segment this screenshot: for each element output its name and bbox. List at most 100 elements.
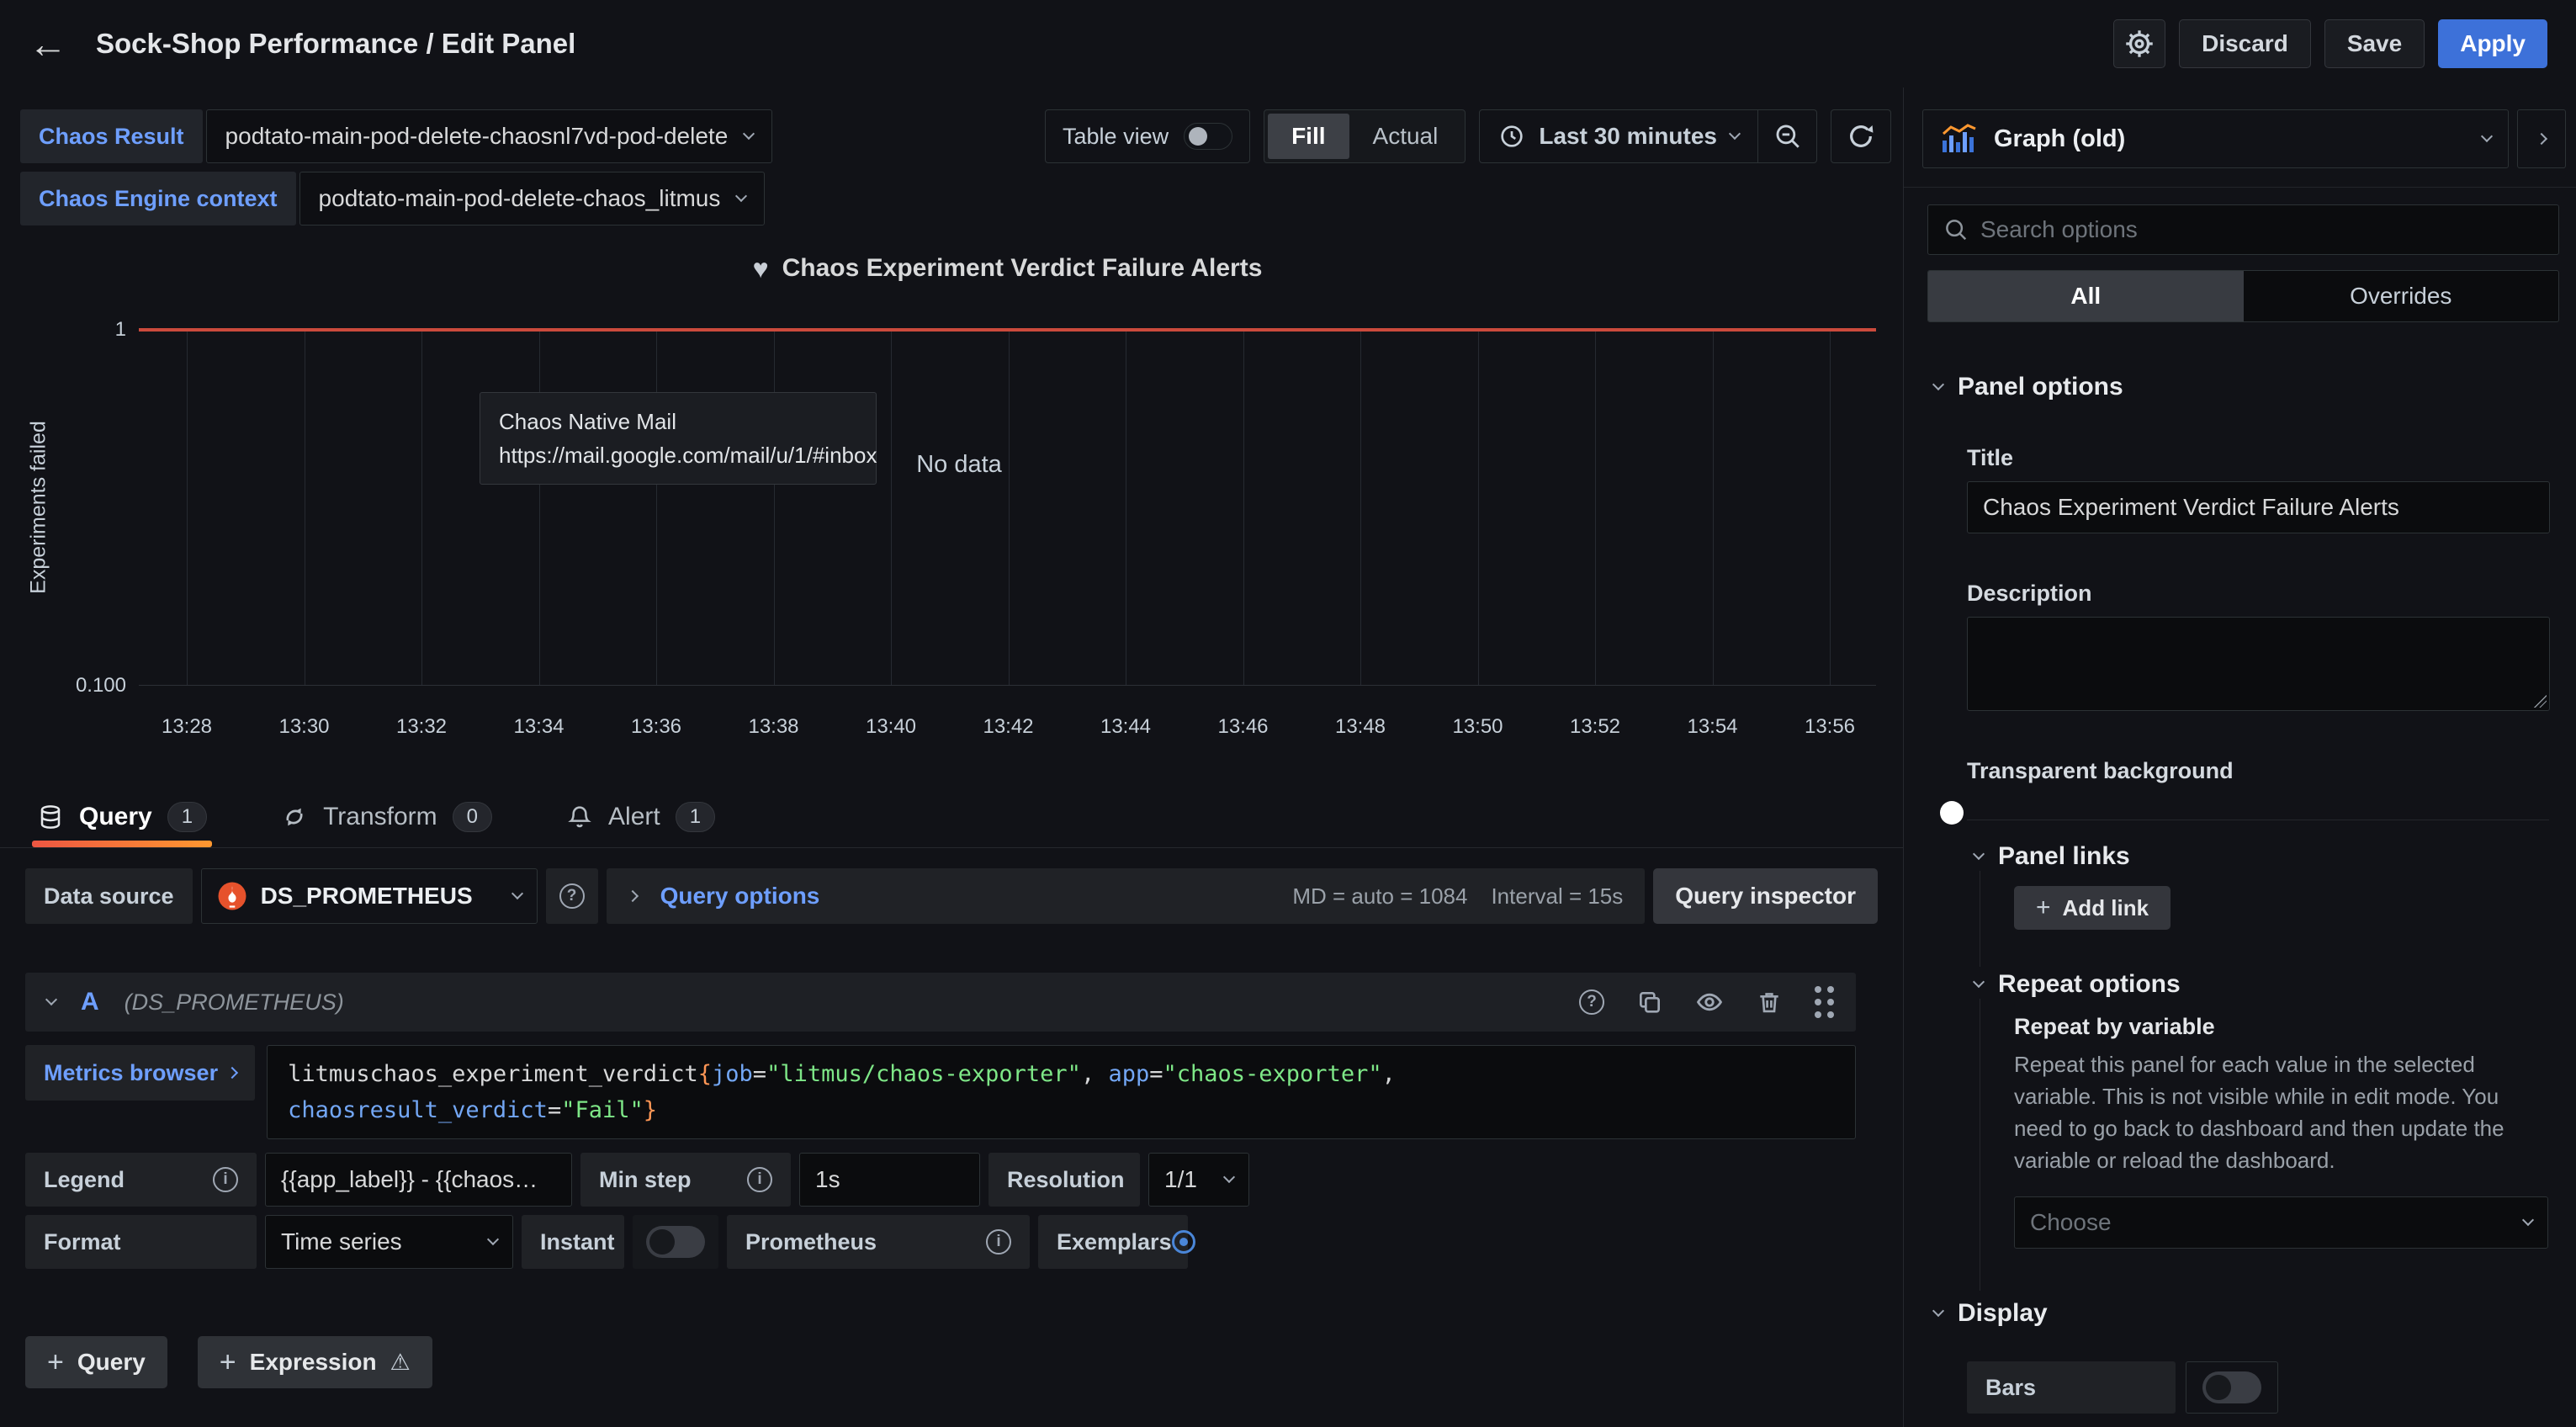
bars-field-label: Bars xyxy=(1967,1361,2176,1414)
database-icon xyxy=(37,804,64,830)
copy-icon xyxy=(1636,989,1663,1016)
toggle-viz-picker-button[interactable] xyxy=(2517,109,2566,168)
query-datasource-hint: (DS_PROMETHEUS) xyxy=(125,989,344,1016)
gridline xyxy=(1243,330,1244,685)
tab-count-badge: 0 xyxy=(453,802,492,832)
chevron-down-icon xyxy=(743,128,755,140)
panel-links-header[interactable]: Panel links xyxy=(1904,842,2576,871)
zoom-out-button[interactable] xyxy=(1757,110,1816,162)
x-tick-label: 13:38 xyxy=(715,715,833,739)
main: Chaos Result podtato-main-pod-delete-cha… xyxy=(0,88,2576,1427)
promql-code[interactable]: litmuschaos_experiment_verdict{job="litm… xyxy=(267,1045,1856,1139)
alert-threshold-line xyxy=(139,328,1876,332)
display-section-header[interactable]: Display xyxy=(1904,1299,2576,1328)
x-axis-labels: 13:2813:3013:3213:3413:3613:3813:4013:42… xyxy=(139,715,1876,749)
query-options-toggle[interactable]: Query options xyxy=(660,883,820,910)
search-options-input[interactable] xyxy=(1980,216,2543,243)
fill-actual-segmented: Fill Actual xyxy=(1264,109,1466,163)
add-expression-button[interactable]: + Expression ⚠ xyxy=(198,1336,432,1388)
save-button[interactable]: Save xyxy=(2324,19,2425,68)
tab-all[interactable]: All xyxy=(1928,271,2244,321)
panel-link-title[interactable]: Chaos Native Mail xyxy=(499,405,857,438)
instant-field-label: Instant xyxy=(522,1215,624,1269)
table-view-control: Table view xyxy=(1045,109,1250,163)
actual-option[interactable]: Actual xyxy=(1349,114,1462,159)
format-select[interactable]: Time series xyxy=(265,1215,513,1269)
toggle-visibility-button[interactable] xyxy=(1695,988,1724,1016)
plus-icon: + xyxy=(2036,895,2051,920)
time-range-label: Last 30 minutes xyxy=(1539,123,1717,150)
tab-overrides[interactable]: Overrides xyxy=(2244,271,2559,321)
header-actions: Discard Save Apply xyxy=(2113,19,2547,68)
add-link-button[interactable]: + Add link xyxy=(2014,886,2171,930)
exemplars-control[interactable]: Exemplars xyxy=(1038,1215,1188,1269)
metrics-browser-button[interactable]: Metrics browser xyxy=(25,1045,255,1101)
time-range-picker[interactable]: Last 30 minutes xyxy=(1480,110,1757,162)
apply-button[interactable]: Apply xyxy=(2438,19,2547,68)
resolution-select[interactable]: 1/1 xyxy=(1148,1153,1249,1207)
visualization-row: Graph (old) xyxy=(1922,109,2566,168)
query-add-buttons: + Query + Expression ⚠ xyxy=(25,1336,1878,1388)
repeat-variable-select[interactable]: Choose xyxy=(2014,1196,2548,1249)
y-axis-label: Experiments failed xyxy=(27,421,51,594)
panel-settings-button[interactable] xyxy=(2113,19,2165,68)
discard-button[interactable]: Discard xyxy=(2179,19,2311,68)
query-row-actions: ? xyxy=(1579,986,1834,1018)
bars-toggle[interactable] xyxy=(2202,1371,2261,1403)
repeat-description: Repeat this panel for each value in the … xyxy=(2014,1048,2540,1176)
duplicate-query-button[interactable] xyxy=(1636,989,1663,1016)
repeat-by-variable-label: Repeat by variable xyxy=(2014,1014,2549,1040)
refresh-button[interactable] xyxy=(1831,109,1891,163)
promql-token: litmuschaos_experiment_verdict xyxy=(288,1061,698,1087)
promql-token: = xyxy=(753,1061,766,1087)
variable-value-dropdown[interactable]: podtato-main-pod-delete-chaosnl7vd-pod-d… xyxy=(206,109,773,163)
instant-toggle[interactable] xyxy=(646,1226,705,1258)
format-field-label: Format xyxy=(25,1215,257,1269)
tab-transform[interactable]: Transform 0 xyxy=(281,787,492,847)
min-step-input[interactable] xyxy=(799,1153,980,1207)
query-row-header[interactable]: A (DS_PROMETHEUS) ? xyxy=(25,973,1856,1032)
transparent-bg-label: Transparent background xyxy=(1967,758,2549,784)
plot-area[interactable] xyxy=(139,330,1876,686)
delete-query-button[interactable] xyxy=(1756,989,1783,1016)
panel-links-tooltip: Chaos Native Mail https://mail.google.co… xyxy=(480,392,877,485)
x-tick-label: 13:46 xyxy=(1185,715,1302,739)
chevron-right-icon xyxy=(627,890,639,902)
x-tick-label: 13:54 xyxy=(1654,715,1772,739)
repeat-options-header[interactable]: Repeat options xyxy=(1904,970,2576,999)
add-query-button[interactable]: + Query xyxy=(25,1336,167,1388)
gridline xyxy=(1360,330,1361,685)
gridline xyxy=(1478,330,1479,685)
panel-options-header[interactable]: Panel options xyxy=(1904,373,2576,401)
chevron-down-icon xyxy=(2481,130,2493,142)
tab-alert[interactable]: Alert 1 xyxy=(566,787,715,847)
y-tick-top: 1 xyxy=(42,318,126,342)
resize-handle[interactable] xyxy=(2533,694,2547,708)
tab-query[interactable]: Query 1 xyxy=(37,787,207,847)
gridline xyxy=(656,330,657,685)
data-source-picker[interactable]: DS_PROMETHEUS xyxy=(201,868,538,924)
back-arrow-icon[interactable]: ← xyxy=(29,24,67,63)
grafana-edit-panel: ← Sock-Shop Performance / Edit Panel Dis… xyxy=(0,0,2576,1427)
visualization-picker[interactable]: Graph (old) xyxy=(1922,109,2509,168)
tab-label: Alert xyxy=(608,803,660,831)
legend-input[interactable] xyxy=(265,1153,572,1207)
data-source-help-button[interactable]: ? xyxy=(546,868,598,924)
query-inspector-button[interactable]: Query inspector xyxy=(1653,868,1878,924)
query-editor: Data source DS_PROMETHEUS ? xyxy=(0,848,1903,1427)
table-view-toggle[interactable] xyxy=(1184,123,1232,150)
chevron-down-icon xyxy=(487,1233,499,1245)
panel-header[interactable]: ♥ Chaos Experiment Verdict Failure Alert… xyxy=(139,254,1876,283)
fill-option[interactable]: Fill xyxy=(1268,114,1349,159)
panel-description-input[interactable] xyxy=(1968,618,2549,710)
gridline xyxy=(1713,330,1714,685)
variable-value-dropdown[interactable]: podtato-main-pod-delete-chaos_litmus xyxy=(299,172,766,225)
tab-label: Query xyxy=(79,803,152,831)
promql-token: "litmus/chaos-exporter" xyxy=(766,1061,1081,1087)
panel-title-input[interactable] xyxy=(1967,481,2550,533)
query-help-button[interactable]: ? xyxy=(1579,989,1604,1015)
panel-link-url[interactable]: https://mail.google.com/mail/u/1/#inbox xyxy=(499,438,857,472)
promql-token: "chaos-exporter" xyxy=(1163,1061,1382,1087)
zoom-out-icon xyxy=(1773,122,1802,151)
drag-handle[interactable] xyxy=(1815,986,1834,1018)
